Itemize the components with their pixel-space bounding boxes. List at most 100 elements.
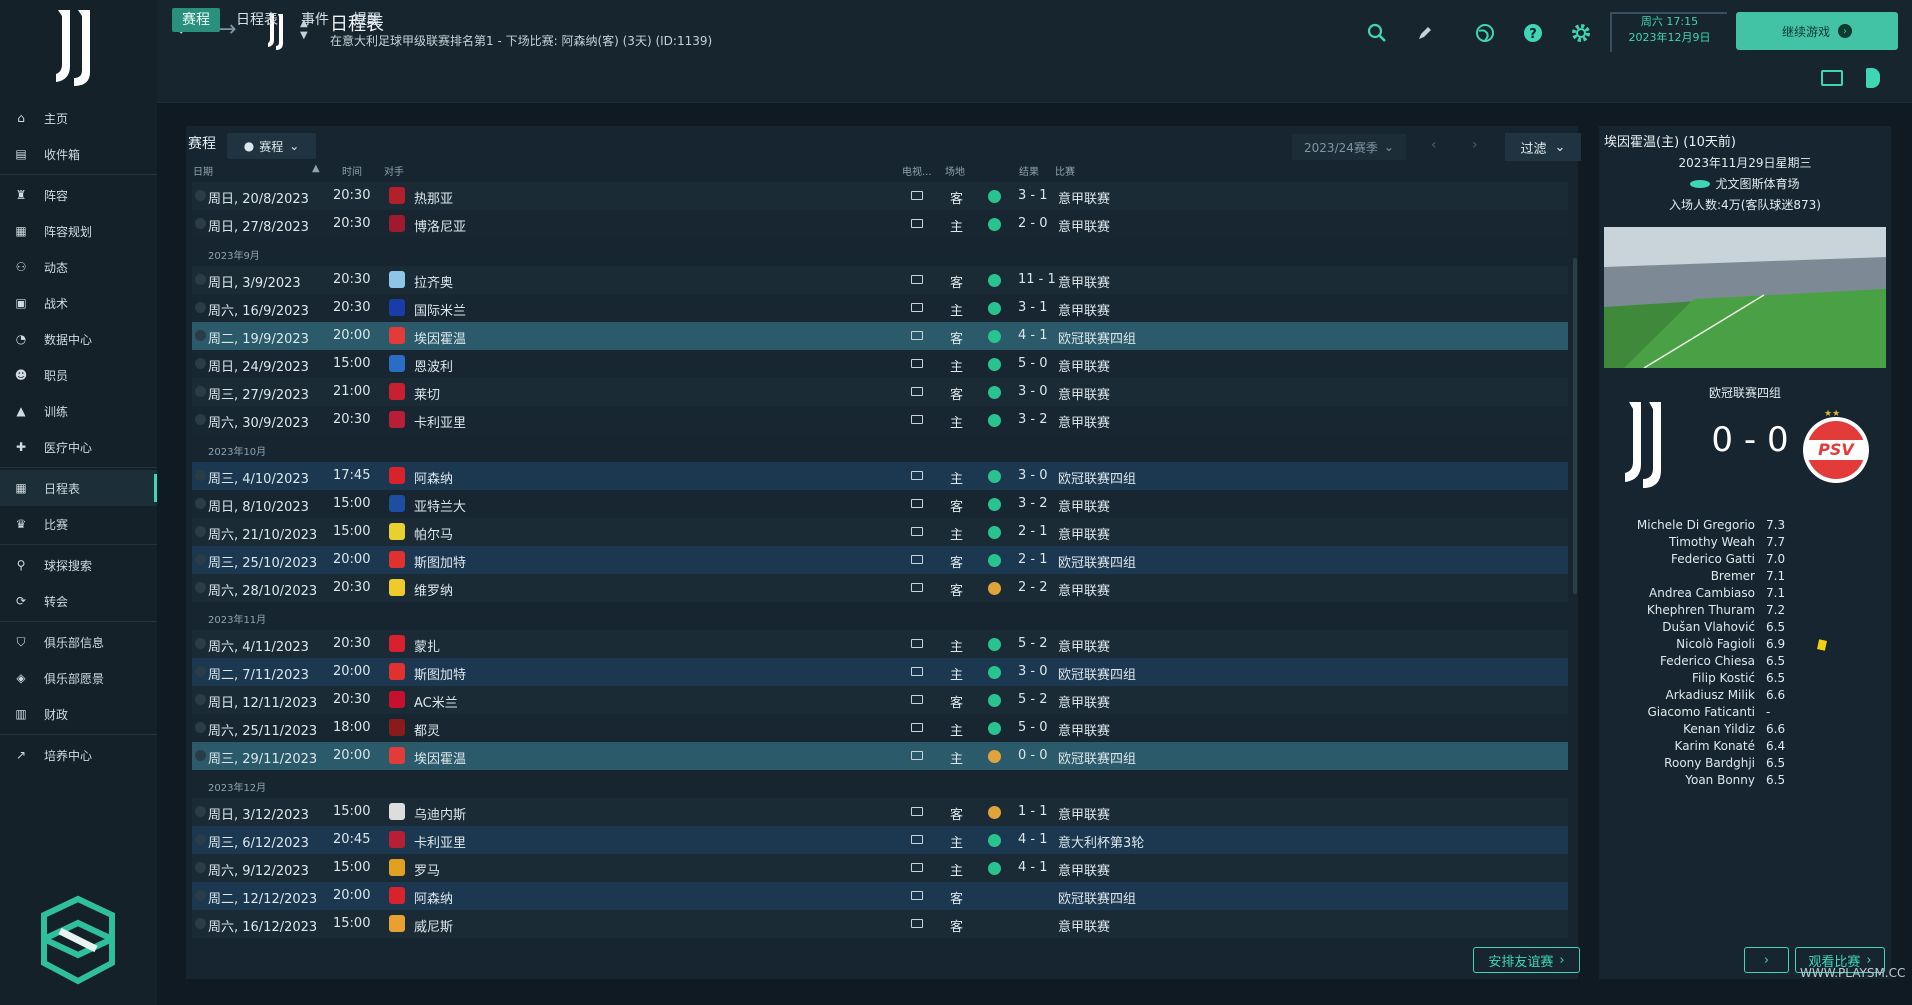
table-row[interactable]: 周二, 7/11/2023 20:00 斯图加特 主 3 - 0 欧冠联赛四组 <box>192 658 1568 686</box>
table-row[interactable]: 周日, 12/11/2023 20:30 AC米兰 客 5 - 2 意甲联赛 <box>192 686 1568 714</box>
table-row[interactable]: 周三, 4/10/2023 17:45 阿森纳 主 3 - 0 欧冠联赛四组 <box>192 462 1568 490</box>
table-row[interactable]: 周二, 12/12/2023 20:00 阿森纳 客 欧冠联赛四组 <box>192 882 1568 910</box>
table-row[interactable]: 周六, 30/9/2023 20:30 卡利亚里 主 3 - 2 意甲联赛 <box>192 406 1568 434</box>
monitor-icon[interactable] <box>1821 70 1843 86</box>
player-rating-row[interactable]: Michele Di Gregorio 7.3 <box>1604 518 1886 535</box>
player-rating-row[interactable]: Bremer 7.1 <box>1604 569 1886 586</box>
player-rating-row[interactable]: Dušan Vlahović 6.5 <box>1604 620 1886 637</box>
sidebar-item-2[interactable]: ♜ 阵容 <box>0 177 157 213</box>
player-rating-row[interactable]: Khephren Thuram 7.2 <box>1604 603 1886 620</box>
table-row[interactable]: 周六, 4/11/2023 20:30 蒙扎 主 5 - 2 意甲联赛 <box>192 630 1568 658</box>
continue-label: 继续游戏 <box>1781 24 1830 39</box>
checkbox-icon <box>195 414 206 425</box>
shield-icon: ⛉ <box>16 634 26 649</box>
table-row[interactable]: 周六, 25/11/2023 18:00 都灵 主 5 - 0 意甲联赛 <box>192 714 1568 742</box>
sidebar-item-8[interactable]: ▲ 训练 <box>0 393 157 429</box>
sidebar-item-5[interactable]: ▣ 战术 <box>0 285 157 321</box>
tab-schedule[interactable]: 日程表 <box>226 8 288 32</box>
filter-button[interactable]: 过滤 ⌄ <box>1505 133 1581 161</box>
checkbox-icon <box>195 862 206 873</box>
col-venue[interactable]: 场地 <box>945 163 965 178</box>
season-selector[interactable]: 2023/24赛季 ⌄ <box>1292 134 1406 160</box>
sidebar-item-12[interactable]: ⚲ 球探搜索 <box>0 547 157 583</box>
table-row[interactable]: 周日, 20/8/2023 20:30 热那亚 客 3 - 1 意甲联赛 <box>192 182 1568 210</box>
table-row[interactable]: 周三, 27/9/2023 21:00 莱切 客 3 - 0 意甲联赛 <box>192 378 1568 406</box>
tab-events[interactable]: 事件 <box>291 8 339 32</box>
help-icon[interactable]: ? <box>1522 22 1544 44</box>
player-rating-row[interactable]: Nicolò Fagioli 6.9 <box>1604 637 1886 654</box>
sidebar-item-3[interactable]: ▦ 阵容规划 <box>0 213 157 249</box>
opponent-name: 蒙扎 <box>414 640 441 655</box>
table-row[interactable]: 周六, 28/10/2023 20:30 维罗纳 客 2 - 2 意甲联赛 <box>192 574 1568 602</box>
club-logo-icon[interactable] <box>48 8 108 88</box>
table-row[interactable]: 周三, 29/11/2023 20:00 埃因霍温 主 0 - 0 欧冠联赛四组 <box>192 742 1568 770</box>
sidebar-item-16[interactable]: ▥ 财政 <box>0 696 157 732</box>
scrollbar[interactable] <box>1573 258 1577 594</box>
table-row[interactable]: 周三, 6/12/2023 20:45 卡利亚里 主 4 - 1 意大利杯第3轮 <box>192 826 1568 854</box>
col-time[interactable]: 时间 <box>342 163 362 178</box>
tab-bar <box>157 62 1912 103</box>
table-row[interactable]: 周日, 24/9/2023 15:00 恩波利 主 5 - 0 意甲联赛 <box>192 350 1568 378</box>
table-row[interactable]: 周六, 21/10/2023 15:00 帕尔马 主 2 - 1 意甲联赛 <box>192 518 1568 546</box>
table-row[interactable]: 周日, 3/12/2023 15:00 乌迪内斯 客 1 - 1 意甲联赛 <box>192 798 1568 826</box>
player-rating-row[interactable]: Filip Kostić 6.5 <box>1604 671 1886 688</box>
sidebar-item-15[interactable]: ◈ 俱乐部愿景 <box>0 660 157 696</box>
search-icon[interactable] <box>1366 22 1388 44</box>
col-result[interactable]: 结果 <box>1019 163 1039 178</box>
table-row[interactable]: 周六, 16/12/2023 15:00 威尼斯 客 意甲联赛 <box>192 910 1568 938</box>
sidebar-item-7[interactable]: ☻ 职员 <box>0 357 157 393</box>
pencil-icon[interactable] <box>1414 22 1436 44</box>
calendar-icon: ▦ <box>15 481 27 495</box>
sort-asc-icon[interactable]: ▲ <box>312 163 320 174</box>
next-match-button[interactable]: › <box>1744 947 1789 973</box>
match-date: 周二, 7/11/2023 <box>208 668 309 683</box>
table-row[interactable]: 周日, 8/10/2023 15:00 亚特兰大 客 3 - 2 意甲联赛 <box>192 490 1568 518</box>
view-dropdown-label: 赛程 <box>259 139 284 154</box>
sidebar-item-11[interactable]: ♛ 比赛 <box>0 506 157 542</box>
col-competition[interactable]: 比赛 <box>1055 163 1075 178</box>
sidebar-item-10[interactable]: ▦ 日程表 <box>0 470 157 506</box>
player-rating-row[interactable]: Roony Bardghji 6.5 <box>1604 756 1886 773</box>
table-row[interactable]: 周日, 27/8/2023 20:30 博洛尼亚 主 2 - 0 意甲联赛 <box>192 210 1568 238</box>
player-rating-row[interactable]: Arkadiusz Milik 6.6 <box>1604 688 1886 705</box>
sidebar-item-17[interactable]: ↗ 培养中心 <box>0 737 157 773</box>
col-opponent[interactable]: 对手 <box>384 163 404 178</box>
sidebar-item-14[interactable]: ⛉ 俱乐部信息 <box>0 624 157 660</box>
table-row[interactable]: 周三, 25/10/2023 20:00 斯图加特 客 2 - 1 欧冠联赛四组 <box>192 546 1568 574</box>
win-indicator-icon <box>988 722 1001 735</box>
tab-fixtures[interactable]: 赛程 <box>172 8 220 32</box>
table-row[interactable]: 周六, 9/12/2023 15:00 罗马 主 4 - 1 意甲联赛 <box>192 854 1568 882</box>
player-rating-row[interactable]: Andrea Cambiaso 7.1 <box>1604 586 1886 603</box>
sidebar-item-0[interactable]: ⌂ 主页 <box>0 100 157 136</box>
player-rating-row[interactable]: Timothy Weah 7.7 <box>1604 535 1886 552</box>
player-rating-row[interactable]: Federico Gatti 7.0 <box>1604 552 1886 569</box>
table-row[interactable]: 周六, 16/9/2023 20:30 国际米兰 主 3 - 1 意甲联赛 <box>192 294 1568 322</box>
continue-game-button[interactable]: 继续游戏 › <box>1736 12 1898 50</box>
player-rating-row[interactable]: Yoan Bonny 6.5 <box>1604 773 1886 790</box>
sidebar-item-1[interactable]: ▤ 收件箱 <box>0 136 157 172</box>
table-row[interactable]: 周二, 19/9/2023 20:00 埃因霍温 客 4 - 1 欧冠联赛四组 <box>192 322 1568 350</box>
player-rating-row[interactable]: Giacomo Faticanti - <box>1604 705 1886 722</box>
sidebar-item-6[interactable]: ◔ 数据中心 <box>0 321 157 357</box>
player-rating-row[interactable]: Karim Konaté 6.4 <box>1604 739 1886 756</box>
arrange-friendly-button[interactable]: 安排友谊赛 › <box>1473 947 1580 973</box>
sidebar: ⌂ 主页 ▤ 收件箱 ♜ 阵容 ▦ 阵容规划 ⚇ 动态 ▣ 战术 ◔ 数据中心 ☻ 职员 ▲ 训练 ✚ 医疗中心 ▦ 日程… <box>0 0 157 1005</box>
settings-gear-icon[interactable] <box>1570 22 1592 44</box>
table-row[interactable]: 周日, 3/9/2023 20:30 拉齐奥 客 11 - 1 意甲联赛 <box>192 266 1568 294</box>
view-dropdown[interactable]: ● 赛程 ⌄ <box>227 133 316 159</box>
notes-icon[interactable] <box>1866 68 1880 88</box>
match-result: 3 - 2 <box>1018 412 1048 427</box>
sidebar-item-4[interactable]: ⚇ 动态 <box>0 249 157 285</box>
opponent-crest-icon <box>389 887 405 904</box>
sidebar-item-9[interactable]: ✚ 医疗中心 <box>0 429 157 465</box>
player-rating-row[interactable]: Federico Chiesa 6.5 <box>1604 654 1886 671</box>
next-season-icon[interactable]: › <box>1472 137 1478 153</box>
tab-reminders[interactable]: 提醒 <box>343 8 391 32</box>
col-date[interactable]: 日期 <box>193 163 213 178</box>
prev-season-icon[interactable]: ‹ <box>1431 137 1437 153</box>
match-competition: 意大利杯第3轮 <box>1058 836 1145 851</box>
col-tv[interactable]: 电视... <box>902 163 932 178</box>
sidebar-item-13[interactable]: ⟳ 转会 <box>0 583 157 619</box>
player-rating-row[interactable]: Kenan Yildiz 6.6 <box>1604 722 1886 739</box>
globe-icon[interactable] <box>1474 22 1496 44</box>
